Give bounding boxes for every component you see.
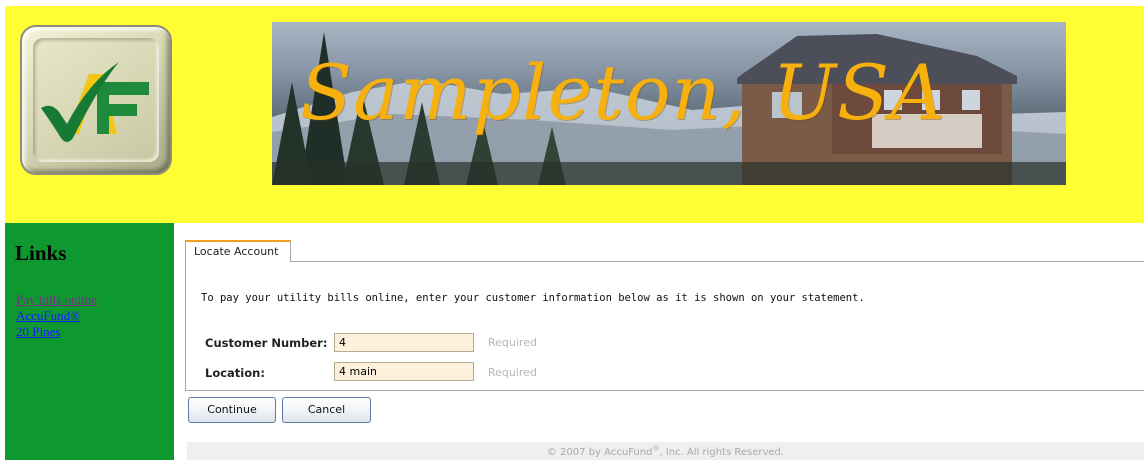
sidebar-link-list: Pay bills online AccuFund® 20 Pines bbox=[16, 292, 97, 340]
cancel-button[interactable]: Cancel bbox=[282, 397, 371, 423]
copyright-prefix: © 2007 by AccuFund bbox=[546, 447, 653, 458]
sidebar-title: Links bbox=[15, 241, 67, 265]
locate-account-panel bbox=[185, 261, 1144, 391]
accufund-logo[interactable] bbox=[20, 25, 172, 175]
banner-title: Sampleton, USA bbox=[300, 48, 946, 137]
checkmark-logo-icon bbox=[41, 62, 149, 142]
location-required-hint: Required bbox=[488, 366, 537, 379]
continue-button[interactable]: Continue bbox=[188, 397, 276, 423]
header-band: Sampleton, USA bbox=[5, 6, 1144, 223]
copyright-footer: © 2007 by AccuFund®, Inc. All rights Res… bbox=[187, 442, 1144, 460]
link-20-pines[interactable]: 20 Pines bbox=[16, 324, 97, 340]
instructions-text: To pay your utility bills online, enter … bbox=[201, 292, 865, 304]
location-label: Location: bbox=[205, 366, 265, 380]
link-pay-bills-online[interactable]: Pay bills online bbox=[16, 292, 97, 308]
links-sidebar: Links Pay bills online AccuFund® 20 Pine… bbox=[5, 223, 174, 460]
link-accufund[interactable]: AccuFund® bbox=[16, 308, 97, 324]
customer-number-input[interactable]: 4 bbox=[334, 333, 474, 352]
tab-locate-account[interactable]: Locate Account bbox=[185, 240, 291, 262]
copyright-suffix: , Inc. All rights Reserved. bbox=[659, 447, 785, 458]
location-input[interactable]: 4 main bbox=[334, 362, 474, 381]
customer-number-required-hint: Required bbox=[488, 336, 537, 349]
customer-number-label: Customer Number: bbox=[205, 336, 328, 350]
town-banner: Sampleton, USA bbox=[272, 22, 1066, 185]
